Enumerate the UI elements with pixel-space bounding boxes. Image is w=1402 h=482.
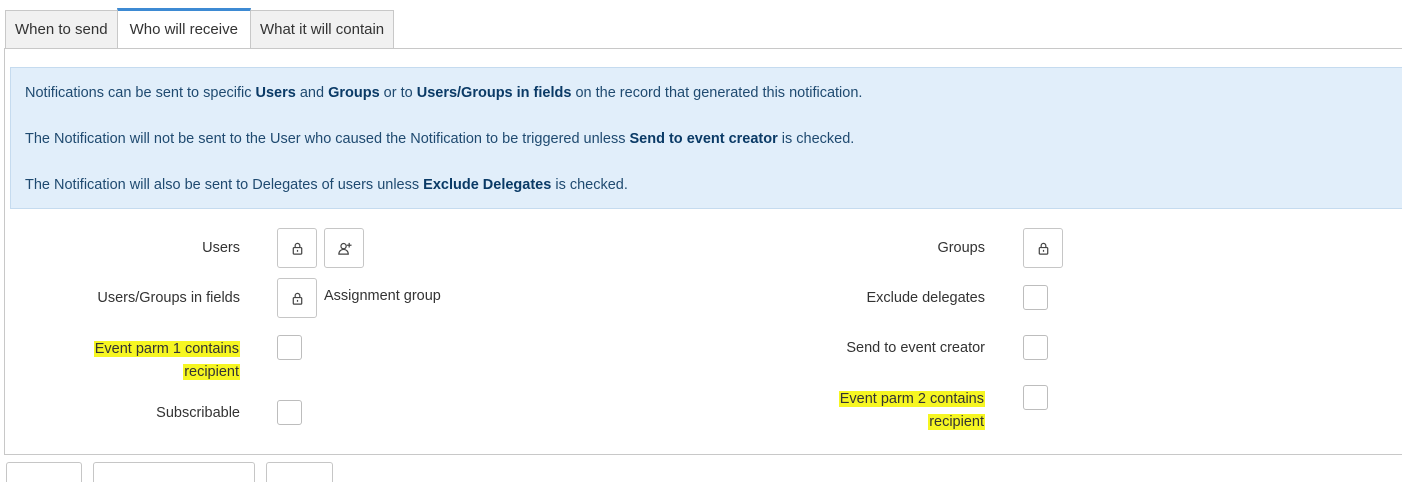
lock-icon: [292, 292, 302, 305]
users-groups-fields-value: Assignment group: [324, 288, 441, 304]
users-groups-lock-button[interactable]: [277, 278, 317, 318]
users-lock-button[interactable]: [277, 228, 317, 268]
exclude-delegates-label: Exclude delegates: [866, 290, 986, 306]
subscribable-label: Subscribable: [156, 405, 240, 421]
bottom-action-button-2[interactable]: [93, 462, 255, 482]
lock-icon: [292, 242, 302, 255]
info-line-1: Notifications can be sent to specific Us…: [25, 85, 863, 101]
panel-border-bottom: [4, 454, 1402, 455]
event-parm-2-checkbox[interactable]: [1023, 385, 1048, 410]
info-line-3: The Notification will also be sent to De…: [25, 177, 628, 193]
users-groups-fields-label: Users/Groups in fields: [97, 290, 240, 306]
tab-divider: [5, 48, 1402, 49]
users-label: Users: [202, 240, 240, 256]
tab-bar: When to send Who will receive What it wi…: [5, 8, 395, 48]
tab-when-to-send[interactable]: When to send: [5, 10, 118, 48]
add-me-button[interactable]: [324, 228, 364, 268]
groups-label: Groups: [937, 240, 985, 256]
lock-icon: [1038, 242, 1048, 255]
info-line-2: The Notification will not be sent to the…: [25, 131, 855, 147]
exclude-delegates-checkbox[interactable]: [1023, 285, 1048, 310]
groups-lock-button[interactable]: [1023, 228, 1063, 268]
subscribable-checkbox[interactable]: [277, 400, 302, 425]
send-to-event-creator-checkbox[interactable]: [1023, 335, 1048, 360]
send-to-event-creator-label: Send to event creator: [846, 340, 985, 356]
tab-what-it-will-contain[interactable]: What it will contain: [249, 10, 395, 48]
tab-who-will-receive[interactable]: Who will receive: [116, 8, 251, 48]
event-parm-1-checkbox[interactable]: [277, 335, 302, 360]
event-parm-1-label: Event parm 1 contains recipient: [93, 341, 240, 380]
add-user-icon: [337, 242, 352, 255]
panel-border: [4, 48, 5, 454]
bottom-action-button-1[interactable]: [6, 462, 82, 482]
info-box: Notifications can be sent to specific Us…: [10, 67, 1402, 209]
bottom-action-button-3[interactable]: [266, 462, 333, 482]
event-parm-2-label: Event parm 2 contains recipient: [838, 391, 985, 430]
